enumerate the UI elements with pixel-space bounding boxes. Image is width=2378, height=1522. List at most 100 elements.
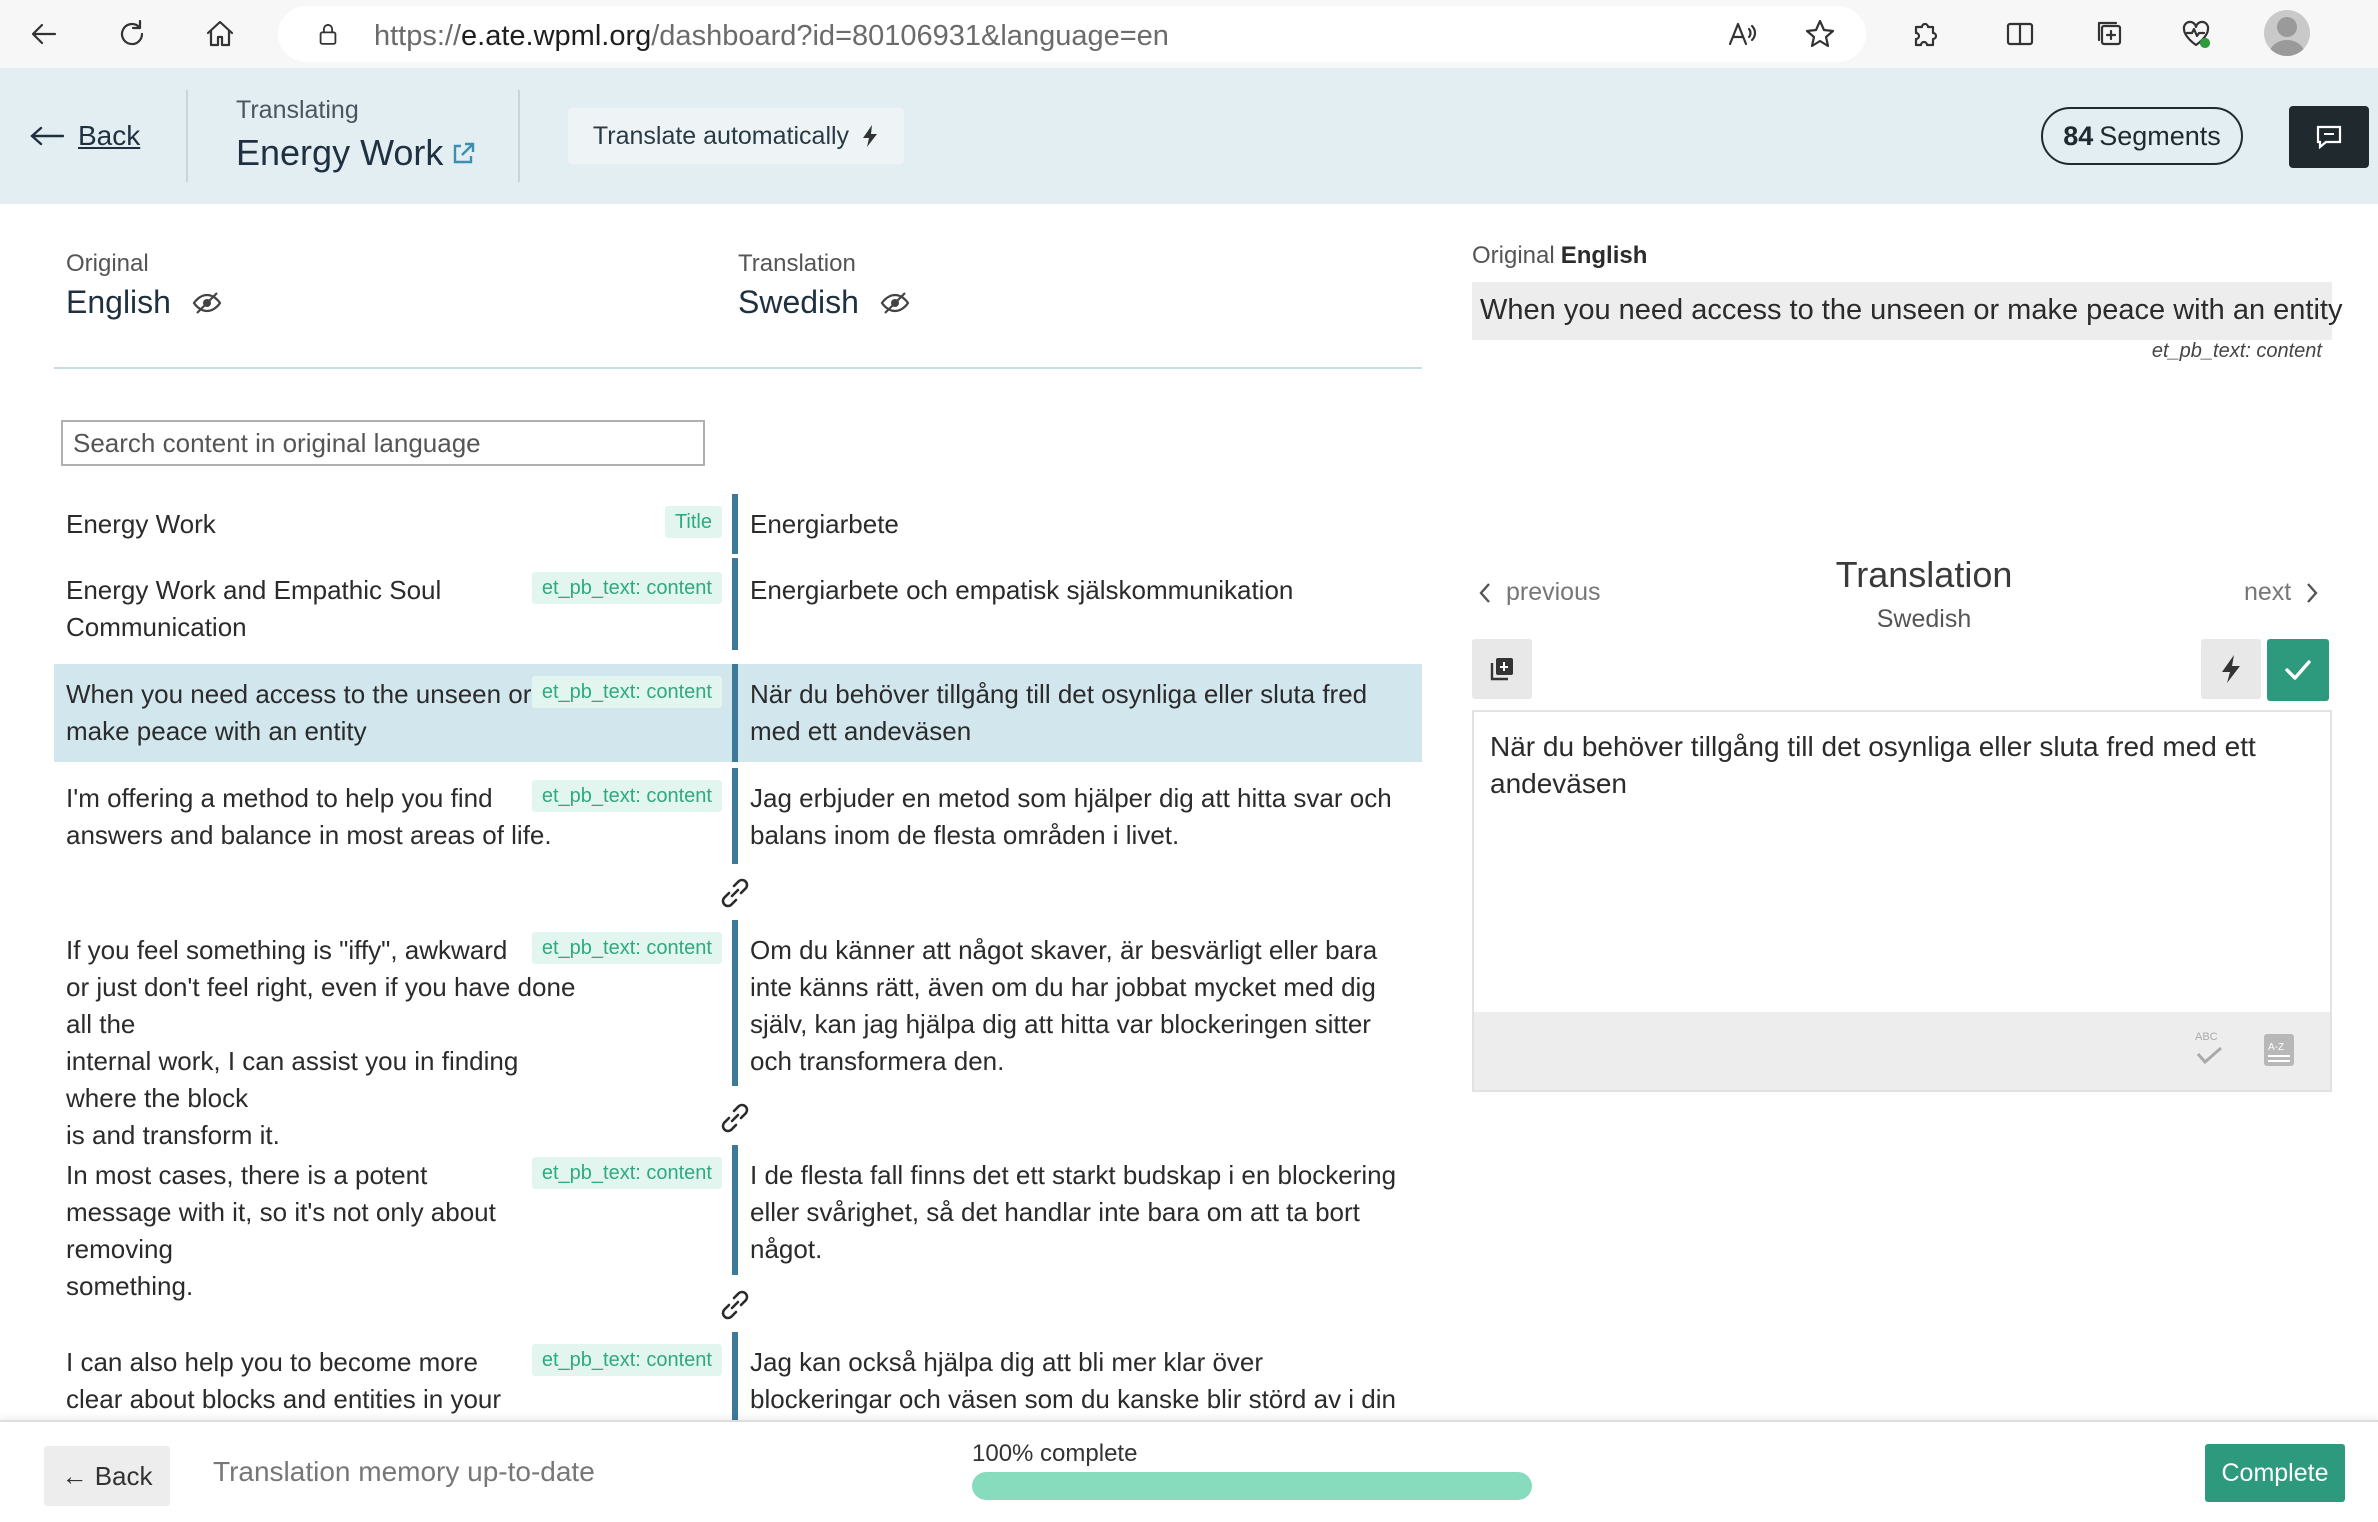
progress-bar: [972, 1472, 1532, 1500]
copy-original-button[interactable]: [1472, 639, 1532, 699]
spellcheck-icon[interactable]: ABC: [2192, 1028, 2226, 1073]
target-line: Jag erbjuder en metod som hjälper dig at…: [750, 783, 1392, 813]
complete-button[interactable]: Complete: [2205, 1444, 2345, 1502]
target-line: När du behöver tillgång till det osynlig…: [750, 679, 1368, 709]
header-divider: [518, 90, 520, 182]
source-line: In most cases, there is a potent: [66, 1160, 428, 1190]
panel-translation-title: Translation: [1835, 554, 2013, 595]
job-title[interactable]: Energy Work: [236, 132, 479, 174]
eye-hidden-icon[interactable]: [879, 291, 911, 315]
link-segments-icon[interactable]: [712, 1095, 758, 1141]
browser-toolbar: https://e.ate.wpml.org/dashboard?id=8010…: [0, 0, 2378, 68]
segment-source: In most cases, there is a potent message…: [66, 1157, 586, 1305]
source-line: Energy Work: [66, 509, 216, 539]
comment-icon: [2316, 125, 2342, 149]
search-input[interactable]: [61, 420, 705, 466]
address-bar[interactable]: https://e.ate.wpml.org/dashboard?id=8010…: [278, 6, 1866, 62]
confirm-translation-button[interactable]: [2267, 639, 2329, 701]
profile-avatar[interactable]: [2264, 10, 2310, 56]
original-language: English: [66, 284, 223, 321]
source-line: something.: [66, 1271, 194, 1301]
segment-source: Energy Work: [66, 506, 586, 543]
original-language-name: English: [66, 284, 171, 320]
app-header: Back Translating Energy Work Translate a…: [0, 68, 2378, 204]
panel-original-label-text: Original: [1472, 242, 1555, 269]
source-line: I'm offering a method to help you find: [66, 783, 493, 813]
glossary-icon[interactable]: A-Z: [2262, 1032, 2296, 1073]
external-link-icon[interactable]: [449, 138, 479, 168]
header-divider: [186, 90, 188, 182]
target-line: något.: [750, 1234, 823, 1264]
segment-divider-bar: [732, 1332, 738, 1420]
source-line: answers and balance in most areas of lif…: [66, 820, 552, 850]
chevron-right-icon: [2307, 582, 2318, 603]
segment-divider-bar: [732, 768, 738, 864]
lightning-icon: [863, 125, 878, 147]
checkmark-icon: [2285, 660, 2311, 680]
segment-row[interactable]: I'm offering a method to help you find a…: [54, 768, 1422, 864]
segment-tag: et_pb_text: content: [531, 932, 722, 964]
panel-original-language: English: [1560, 242, 1648, 269]
arrow-left-icon: ←: [61, 1460, 95, 1491]
segment-tag: et_pb_text: content: [531, 1157, 722, 1189]
favorite-star-icon[interactable]: [1796, 10, 1844, 58]
segment-source: If you feel something is "iffy", awkward…: [66, 932, 586, 1154]
segment-row[interactable]: In most cases, there is a potent message…: [54, 1145, 1422, 1301]
auto-translate-segment-button[interactable]: [2201, 639, 2261, 699]
back-link[interactable]: Back: [30, 120, 140, 152]
target-line: och transformera den.: [750, 1046, 1005, 1076]
target-line: Jag kan också hjälpa dig att bli mer kla…: [750, 1347, 1264, 1377]
segment-target[interactable]: I de flesta fall finns det ett starkt bu…: [750, 1157, 1410, 1268]
comments-button[interactable]: [2289, 106, 2369, 168]
translation-editor[interactable]: När du behöver tillgång till det osynlig…: [1472, 710, 2332, 1014]
previous-segment-button[interactable]: previous: [1478, 578, 1601, 607]
segment-target[interactable]: Energiarbete: [750, 506, 1410, 543]
link-segments-icon[interactable]: [712, 870, 758, 916]
copy-icon: [1490, 658, 1513, 681]
extensions-icon[interactable]: [1900, 10, 1948, 58]
segment-row[interactable]: Energy Work Title Energiarbete: [54, 490, 1422, 554]
segment-row[interactable]: Energy Work and Empathic Soul Communicat…: [54, 558, 1422, 650]
segment-tag: et_pb_text: content: [531, 780, 722, 812]
segment-target[interactable]: Jag erbjuder en metod som hjälper dig at…: [750, 780, 1410, 854]
translation-language-name: Swedish: [738, 284, 859, 320]
link-segments-icon[interactable]: [712, 1282, 758, 1328]
segment-target[interactable]: Energiarbete och empatisk själskommunika…: [750, 572, 1410, 609]
target-line: I de flesta fall finns det ett starkt bu…: [750, 1160, 1397, 1190]
source-line: Energy Work and Empathic Soul: [66, 575, 442, 605]
browser-essentials-icon[interactable]: [2172, 10, 2220, 58]
next-segment-button[interactable]: next: [2244, 578, 2319, 607]
back-link-label: Back: [78, 120, 141, 151]
url-text: https://e.ate.wpml.org/dashboard?id=8010…: [374, 20, 1169, 52]
eye-hidden-icon[interactable]: [191, 291, 223, 315]
lock-icon[interactable]: [304, 10, 352, 58]
translate-automatically-button[interactable]: Translate automatically: [568, 108, 904, 164]
collections-icon[interactable]: [2086, 10, 2134, 58]
translate-automatically-label: Translate automatically: [592, 121, 850, 150]
segment-source: I can also help you to become more clear…: [66, 1344, 586, 1420]
segment-row-active[interactable]: When you need access to the unseen or ma…: [54, 664, 1422, 762]
progress-bar-fill: [972, 1472, 1532, 1500]
segment-target[interactable]: Om du känner att något skaver, är besvär…: [750, 932, 1410, 1080]
target-line: själv, kan jag hjälpa dig att hitta var …: [750, 1009, 1371, 1039]
translation-memory-status: Translation memory up-to-date: [213, 1456, 595, 1487]
footer-back-button[interactable]: ← Back: [44, 1446, 170, 1506]
read-aloud-icon[interactable]: [1718, 10, 1766, 58]
segment-tag: Title: [664, 506, 722, 538]
editor-toolbar: ABC A-Z: [1472, 1012, 2332, 1092]
segment-divider-bar: [732, 494, 738, 554]
segment-target[interactable]: När du behöver tillgång till det osynlig…: [750, 676, 1410, 750]
source-line: make peace with an entity: [66, 716, 367, 746]
segment-row[interactable]: If you feel something is "iffy", awkward…: [54, 920, 1422, 1150]
segment-divider-bar: [732, 558, 738, 650]
segments-label: Segments: [2099, 120, 2221, 151]
refresh-icon[interactable]: [108, 10, 156, 58]
back-icon[interactable]: [20, 10, 68, 58]
home-icon[interactable]: [196, 10, 244, 58]
segment-target[interactable]: Jag kan också hjälpa dig att bli mer kla…: [750, 1344, 1410, 1418]
previous-label: previous: [1506, 578, 1601, 606]
split-screen-icon[interactable]: [1996, 10, 2044, 58]
segments-count-button[interactable]: 84 Segments: [2041, 107, 2243, 165]
segment-row[interactable]: I can also help you to become more clear…: [54, 1332, 1422, 1420]
segment-divider-bar: [732, 664, 738, 762]
